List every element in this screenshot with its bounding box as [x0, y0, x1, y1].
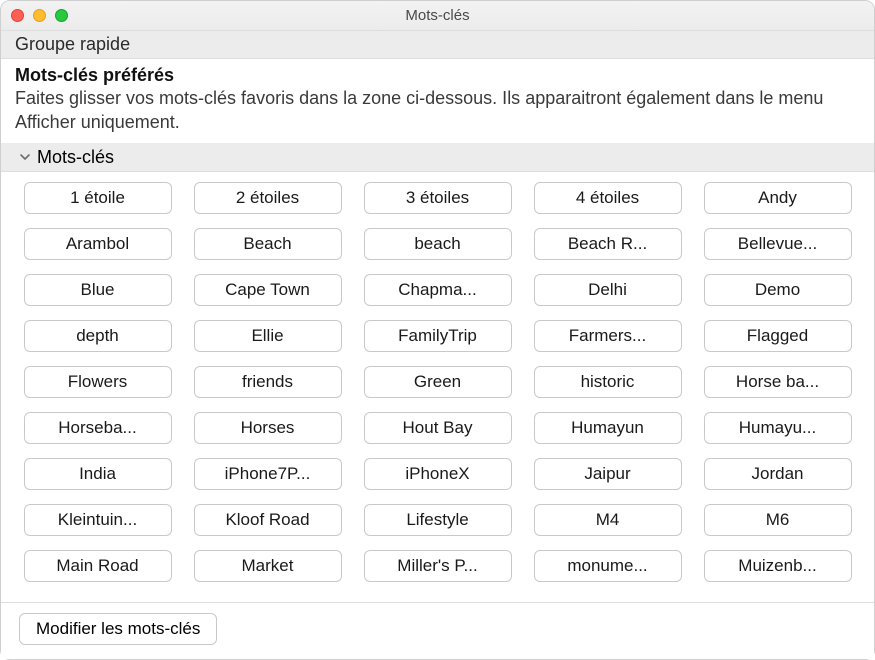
window-title: Mots-clés [1, 7, 874, 24]
footer: Modifier les mots-clés [1, 602, 874, 659]
keyword-chip[interactable]: Cape Town [194, 274, 342, 306]
keyword-chip[interactable]: Ellie [194, 320, 342, 352]
keyword-chip[interactable]: iPhone7P... [194, 458, 342, 490]
keyword-chip[interactable]: Bellevue... [704, 228, 852, 260]
preferred-keywords-block: Mots-clés préférés Faites glisser vos mo… [1, 59, 874, 144]
keyword-chip[interactable]: Kleintuin... [24, 504, 172, 536]
keyword-chip[interactable]: Beach R... [534, 228, 682, 260]
keywords-header[interactable]: Mots-clés [1, 144, 874, 172]
quick-group-header[interactable]: Groupe rapide [1, 31, 874, 59]
keyword-chip[interactable]: Demo [704, 274, 852, 306]
window-controls [11, 9, 68, 22]
keyword-chip[interactable]: 2 étoiles [194, 182, 342, 214]
keyword-chip[interactable]: M4 [534, 504, 682, 536]
keyword-chip[interactable]: Horses [194, 412, 342, 444]
keyword-chip[interactable]: beach [364, 228, 512, 260]
keyword-chip[interactable]: 1 étoile [24, 182, 172, 214]
keyword-chip[interactable]: Horseba... [24, 412, 172, 444]
keyword-chip[interactable]: Main Road [24, 550, 172, 582]
keyword-chip[interactable]: 4 étoiles [534, 182, 682, 214]
keywords-grid-container: 1 étoile 2 étoiles 3 étoiles 4 étoiles Andy A… [1, 172, 874, 602]
keyword-chip[interactable]: Beach [194, 228, 342, 260]
keyword-chip[interactable]: Market [194, 550, 342, 582]
keyword-chip[interactable]: Horse ba... [704, 366, 852, 398]
keyword-chip[interactable]: Jordan [704, 458, 852, 490]
edit-keywords-button[interactable]: Modifier les mots-clés [19, 613, 217, 645]
keyword-chip[interactable]: M6 [704, 504, 852, 536]
keyword-chip[interactable]: Arambol [24, 228, 172, 260]
keyword-chip[interactable]: Kloof Road [194, 504, 342, 536]
preferred-description: Faites glisser vos mots-clés favoris dan… [15, 86, 860, 135]
keyword-chip[interactable]: Jaipur [534, 458, 682, 490]
keyword-chip[interactable]: Humayu... [704, 412, 852, 444]
minimize-icon[interactable] [33, 9, 46, 22]
keyword-chip[interactable]: Muizenb... [704, 550, 852, 582]
keyword-chip[interactable]: Green [364, 366, 512, 398]
keyword-chip[interactable]: historic [534, 366, 682, 398]
keywords-grid: 1 étoile2 étoiles3 étoiles4 étoilesAndyA… [31, 182, 844, 582]
keyword-chip[interactable]: Hout Bay [364, 412, 512, 444]
keyword-chip[interactable]: Miller's P... [364, 550, 512, 582]
keyword-chip[interactable]: India [24, 458, 172, 490]
preferred-title: Mots-clés préférés [15, 65, 860, 86]
close-icon[interactable] [11, 9, 24, 22]
window-titlebar: Mots-clés [1, 1, 874, 31]
chevron-down-icon [19, 151, 31, 163]
keywords-header-label: Mots-clés [37, 147, 114, 168]
keyword-chip[interactable]: Flowers [24, 366, 172, 398]
keyword-chip[interactable]: 3 étoiles [364, 182, 512, 214]
keyword-chip[interactable]: monume... [534, 550, 682, 582]
keyword-chip[interactable]: FamilyTrip [364, 320, 512, 352]
keyword-chip[interactable]: Lifestyle [364, 504, 512, 536]
keyword-chip[interactable]: depth [24, 320, 172, 352]
keyword-chip[interactable]: Andy [704, 182, 852, 214]
keyword-chip[interactable]: Farmers... [534, 320, 682, 352]
keyword-chip[interactable]: friends [194, 366, 342, 398]
keyword-chip[interactable]: Humayun [534, 412, 682, 444]
keyword-chip[interactable]: iPhoneX [364, 458, 512, 490]
keyword-chip[interactable]: Chapma... [364, 274, 512, 306]
keyword-chip[interactable]: Flagged [704, 320, 852, 352]
zoom-icon[interactable] [55, 9, 68, 22]
keyword-chip[interactable]: Delhi [534, 274, 682, 306]
keyword-chip[interactable]: Blue [24, 274, 172, 306]
